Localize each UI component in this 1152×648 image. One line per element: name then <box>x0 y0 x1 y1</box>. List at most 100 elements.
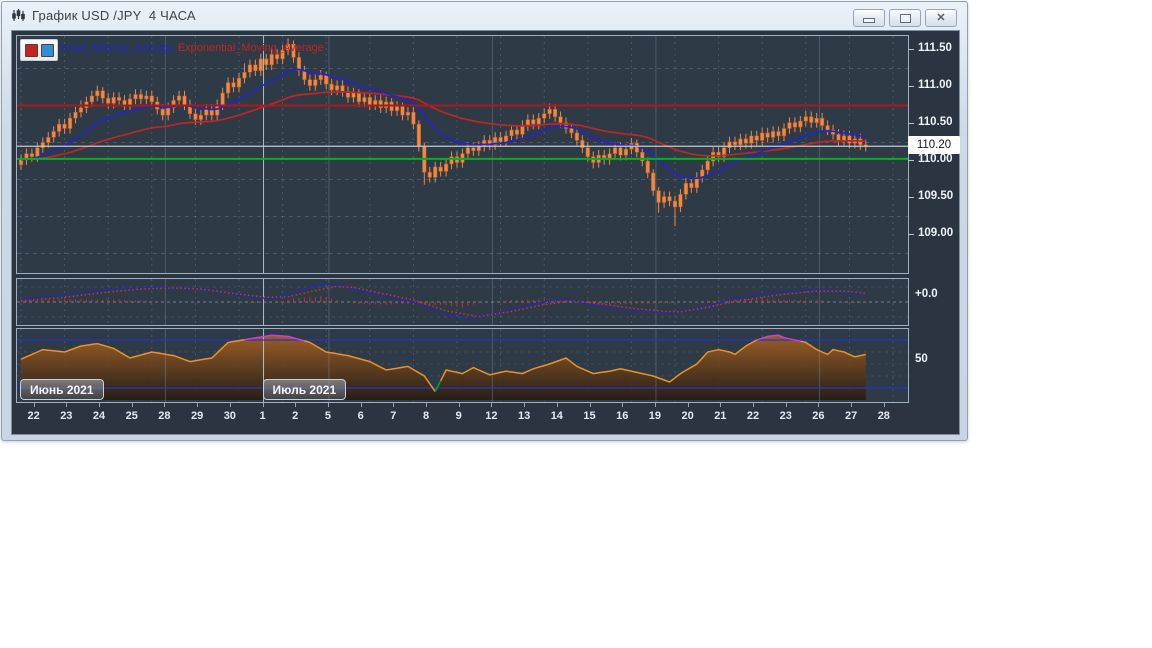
chart-window-icon <box>11 8 26 23</box>
time-axis-label: 24 <box>92 410 106 422</box>
time-axis-label: 9 <box>455 410 462 422</box>
maximize-icon <box>899 13 911 23</box>
time-tick <box>197 403 199 407</box>
price-tick <box>908 123 914 125</box>
title-bar[interactable]: График USD /JPY 4 ЧАСА ✕ <box>2 2 967 29</box>
time-axis-label: 14 <box>550 410 563 422</box>
macd-axis-label: +0.0 <box>915 288 938 300</box>
price-chart-panel[interactable] <box>16 35 909 274</box>
indicator-legend: ential_Moving_Average Exponential_Moving… <box>20 39 324 61</box>
price-tick <box>908 86 914 88</box>
time-tick <box>229 403 231 407</box>
ema-slow-legend-label: Exponential_Moving_Average <box>177 42 324 54</box>
time-tick <box>491 403 493 407</box>
time-axis-label: 19 <box>648 410 662 422</box>
time-tick <box>458 403 460 407</box>
time-axis-label: 22 <box>27 410 40 422</box>
time-tick <box>753 403 755 407</box>
price-axis-label: 111.00 <box>918 79 952 92</box>
time-tick <box>295 403 297 407</box>
macd-chart[interactable] <box>17 279 908 325</box>
price-tick <box>908 234 914 236</box>
time-axis-label: 29 <box>191 410 204 422</box>
time-tick <box>393 403 395 407</box>
time-axis-label: 26 <box>812 410 825 422</box>
legend-labels: ential_Moving_Average Exponential_Moving… <box>60 42 324 54</box>
month-label-july: Июль 2021 <box>262 379 347 400</box>
candlestick-chart[interactable] <box>17 36 908 273</box>
time-axis-label: 6 <box>357 410 364 422</box>
time-axis-label: 27 <box>845 410 858 422</box>
time-axis-label: 1 <box>259 410 266 422</box>
time-tick <box>327 403 329 407</box>
time-axis-label: 20 <box>681 410 694 422</box>
time-tick <box>589 403 591 407</box>
blue-indicator-swatch <box>40 43 54 57</box>
price-tick <box>908 49 914 51</box>
maximize-button[interactable] <box>889 9 921 27</box>
rsi-chart[interactable] <box>17 329 908 402</box>
time-axis-label: 25 <box>125 410 138 422</box>
time-axis-label: 28 <box>158 410 171 422</box>
minimize-icon <box>863 18 875 23</box>
time-axis-label: 30 <box>223 410 236 422</box>
time-tick <box>66 403 68 407</box>
time-tick <box>556 403 558 407</box>
close-icon: ✕ <box>936 11 946 24</box>
time-axis[interactable]: 22 23 24 25 28 29 30 1 2 5 6 7 8 9 12 13 14 15 16 19 20 21 22 2… <box>16 403 907 433</box>
time-tick <box>818 403 820 407</box>
rsi-fill <box>21 335 866 400</box>
time-tick <box>131 403 133 407</box>
time-axis-label: 13 <box>518 410 531 422</box>
time-axis-label: 28 <box>877 410 890 422</box>
time-tick <box>262 403 264 407</box>
ema-slow-line <box>20 91 866 161</box>
price-tick <box>908 197 914 199</box>
time-tick <box>785 403 787 407</box>
time-axis-label: 7 <box>390 410 397 422</box>
price-axis[interactable]: 111.50 111.00 110.50 110.00 109.50 109.00 <box>908 31 961 406</box>
price-axis-label: 109.00 <box>918 227 954 240</box>
time-tick <box>622 403 624 407</box>
time-axis-label: 2 <box>292 410 299 422</box>
time-tick <box>99 403 101 407</box>
legend-swatch-box <box>20 39 58 61</box>
candlestick-series <box>18 38 868 227</box>
rsi-axis-label: 50 <box>915 353 928 365</box>
time-axis-label: 15 <box>583 410 596 422</box>
month-label-june: Июнь 2021 <box>20 379 104 400</box>
time-tick <box>360 403 362 407</box>
current-price-label: 110.20 <box>908 136 960 155</box>
minimize-button[interactable] <box>853 9 885 27</box>
time-tick <box>164 403 166 407</box>
window-title: График USD /JPY 4 ЧАСА <box>32 8 196 23</box>
price-axis-label: 111.50 <box>918 42 952 55</box>
window-controls: ✕ <box>853 9 957 27</box>
price-axis-label: 110.00 <box>918 153 953 166</box>
time-axis-label: 5 <box>324 410 331 422</box>
ema-fast-legend-label: ential_Moving_Average <box>60 42 175 54</box>
time-axis-label: 8 <box>422 410 430 422</box>
chart-window: График USD /JPY 4 ЧАСА ✕ ential_Moving_A… <box>1 1 968 441</box>
time-tick <box>654 403 656 407</box>
time-axis-label: 22 <box>746 410 760 422</box>
time-tick <box>851 403 853 407</box>
time-tick <box>33 403 35 407</box>
time-tick <box>687 403 689 407</box>
price-tick <box>908 160 914 162</box>
time-tick <box>883 403 885 407</box>
macd-indicator-panel[interactable] <box>16 278 909 326</box>
ema-fast-line <box>20 68 866 180</box>
time-axis-label: 23 <box>60 410 73 422</box>
time-axis-label: 12 <box>485 410 498 422</box>
chart-client-area: ential_Moving_Average Exponential_Moving… <box>11 30 960 435</box>
time-tick <box>524 403 526 407</box>
close-button[interactable]: ✕ <box>925 9 957 27</box>
red-indicator-swatch <box>24 43 38 57</box>
rsi-indicator-panel[interactable] <box>16 328 909 403</box>
time-axis-label: 21 <box>714 410 727 422</box>
price-axis-label: 110.50 <box>918 116 953 129</box>
time-tick <box>720 403 722 407</box>
time-tick <box>426 403 428 407</box>
time-axis-label: 16 <box>616 410 629 422</box>
